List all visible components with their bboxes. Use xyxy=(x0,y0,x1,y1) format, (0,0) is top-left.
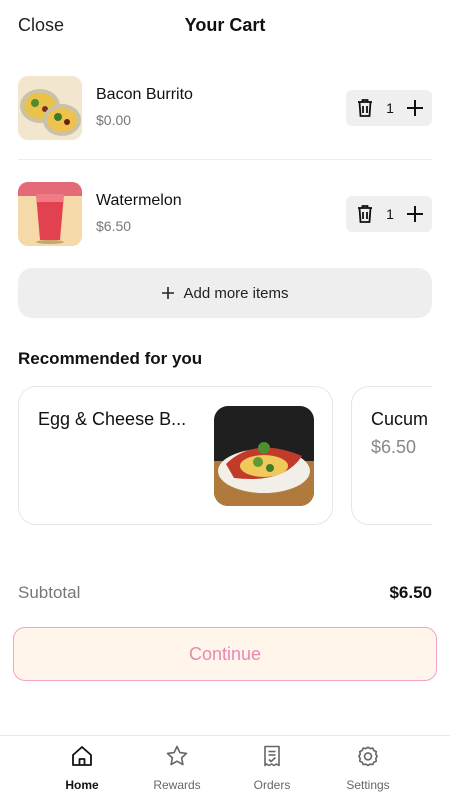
watermelon-drink-photo xyxy=(18,182,82,246)
quantity-value: 1 xyxy=(386,100,394,116)
item-name: Bacon Burrito xyxy=(96,86,193,103)
quantity-stepper: 1 xyxy=(346,196,432,232)
nav-label: Rewards xyxy=(153,778,201,792)
quantity-value: 1 xyxy=(386,206,394,222)
recommended-carousel[interactable]: Egg & Cheese B... Cucum $6.50 xyxy=(18,386,432,526)
trash-icon[interactable] xyxy=(352,94,378,122)
recommended-item-price: $6.50 xyxy=(371,437,417,457)
add-more-label: Add more items xyxy=(183,284,289,302)
recommended-item-name: Cucum xyxy=(371,409,429,429)
subtotal-label: Subtotal xyxy=(18,583,81,602)
header: Close Your Cart xyxy=(0,0,450,52)
nav-label: Settings xyxy=(346,778,390,792)
nav-item-settings[interactable]: Settings xyxy=(328,744,408,792)
star-icon xyxy=(137,744,217,770)
cart-item: Watermelon $6.50 1 xyxy=(18,170,432,260)
trash-icon[interactable] xyxy=(352,200,378,228)
subtotal-row: Subtotal $6.50 xyxy=(18,583,432,603)
item-price: $6.50 xyxy=(96,218,132,234)
nav-label: Orders xyxy=(253,778,291,792)
burrito-photo xyxy=(18,76,82,140)
recommended-card[interactable]: Cucum $6.50 xyxy=(351,386,432,525)
add-more-items-button[interactable]: Add more items xyxy=(18,268,432,318)
bottom-nav: Home Rewards Orders Settings xyxy=(0,735,450,800)
receipt-icon xyxy=(232,744,312,770)
nav-item-orders[interactable]: Orders xyxy=(232,744,312,792)
item-price: $0.00 xyxy=(96,112,132,128)
continue-button[interactable]: Continue xyxy=(13,627,437,681)
section-title: Recommended for you xyxy=(18,349,203,368)
nav-item-home[interactable]: Home xyxy=(42,744,122,792)
recommended-card[interactable]: Egg & Cheese B... xyxy=(18,386,333,525)
cart-item: Bacon Burrito $0.00 1 xyxy=(18,64,432,160)
page-title: Your Cart xyxy=(184,15,266,35)
home-icon xyxy=(42,744,122,770)
plus-icon[interactable] xyxy=(402,94,428,122)
plus-icon xyxy=(161,286,175,300)
gear-icon xyxy=(328,744,408,770)
nav-label: Home xyxy=(65,778,99,792)
subtotal-value: $6.50 xyxy=(389,583,432,602)
quantity-stepper: 1 xyxy=(346,90,432,126)
item-name: Watermelon xyxy=(96,192,182,209)
recommended-item-name: Egg & Cheese B... xyxy=(38,409,187,429)
plus-icon[interactable] xyxy=(402,200,428,228)
nav-item-rewards[interactable]: Rewards xyxy=(137,744,217,792)
egg-cheese-burrito-photo xyxy=(214,406,314,506)
